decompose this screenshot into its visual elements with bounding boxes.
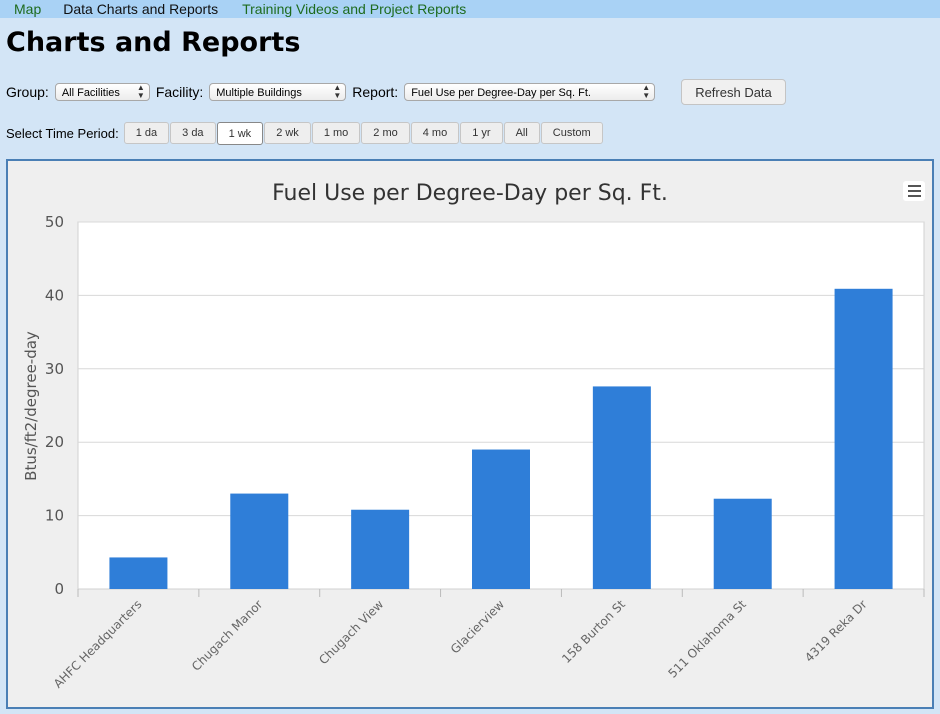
- nav-training-videos[interactable]: Training Videos and Project Reports: [242, 1, 466, 17]
- bar-1[interactable]: [230, 493, 289, 589]
- facility-select[interactable]: Multiple Buildings ▲ ▼: [209, 83, 347, 101]
- period-button-custom[interactable]: Custom: [540, 122, 603, 144]
- bar-2[interactable]: [351, 509, 410, 589]
- select-arrows-icon: ▲ ▼: [642, 83, 651, 100]
- report-select[interactable]: Fuel Use per Degree-Day per Sq. Ft. ▲ ▼: [404, 83, 656, 101]
- chart-menu-button[interactable]: [903, 181, 925, 201]
- hamburger-icon: [907, 185, 921, 187]
- chart-title: Fuel Use per Degree-Day per Sq. Ft.: [272, 181, 668, 206]
- select-arrows-icon: ▲ ▼: [333, 83, 342, 100]
- group-select-value: All Facilities: [61, 87, 120, 99]
- top-nav: Map Data Charts and Reports Training Vid…: [0, 0, 940, 18]
- report-label: Report:: [352, 84, 399, 100]
- bar-4[interactable]: [592, 386, 651, 589]
- y-tick-label: 50: [45, 213, 64, 231]
- bar-0[interactable]: [109, 557, 168, 589]
- refresh-data-button[interactable]: Refresh Data: [681, 79, 786, 105]
- report-select-value: Fuel Use per Degree-Day per Sq. Ft.: [411, 87, 591, 99]
- period-button-2-wk[interactable]: 2 wk: [264, 122, 311, 144]
- x-tick-label: 4319 Reka Dr: [802, 597, 870, 665]
- x-tick-label: AHFC Headquarters: [51, 597, 145, 691]
- x-tick-label: Chugach View: [316, 597, 386, 667]
- y-tick-label: 40: [45, 286, 64, 304]
- report-controls: Group: All Facilities ▲ ▼ Facility: Multi…: [6, 79, 786, 105]
- period-button-all[interactable]: All: [503, 122, 540, 144]
- time-period-selector: Select Time Period: 1 da 3 da 1 wk 2 wk 1 mo…: [6, 122, 604, 145]
- y-tick-label: 20: [45, 433, 64, 451]
- nav-data-charts[interactable]: Data Charts and Reports: [63, 1, 218, 17]
- y-tick-label: 30: [45, 360, 64, 378]
- page-title: Charts and Reports: [6, 27, 301, 58]
- bar-3[interactable]: [472, 449, 530, 589]
- select-arrows-icon: ▲ ▼: [136, 83, 145, 100]
- y-axis-label: Btus/ft2/degree-day: [22, 331, 40, 481]
- period-button-1-da[interactable]: 1 da: [123, 122, 170, 144]
- bar-6[interactable]: [834, 288, 893, 589]
- y-tick-label: 0: [54, 580, 64, 598]
- y-axis-ticks: 0 10 20 30 40 50: [45, 213, 64, 598]
- facility-select-value: Multiple Buildings: [216, 87, 302, 99]
- group-select[interactable]: All Facilities ▲ ▼: [54, 83, 150, 101]
- bar-chart: Fuel Use per Degree-Day per Sq. Ft. 0 10 2…: [22, 181, 925, 691]
- period-button-1-wk[interactable]: 1 wk: [216, 122, 264, 145]
- time-period-buttons: 1 da 3 da 1 wk 2 wk 1 mo 2 mo 4 mo 1 yr All Custo…: [123, 122, 604, 145]
- period-button-1-mo[interactable]: 1 mo: [311, 122, 361, 144]
- period-button-3-da[interactable]: 3 da: [170, 122, 216, 144]
- x-tick-label: 158 Burton St: [559, 597, 628, 666]
- period-button-1-yr[interactable]: 1 yr: [460, 122, 503, 144]
- period-button-2-mo[interactable]: 2 mo: [361, 122, 410, 144]
- time-period-label: Select Time Period:: [6, 126, 119, 141]
- x-tick-label: 511 Oklahoma St: [665, 597, 749, 681]
- x-axis-ticks: AHFC Headquarters Chugach Manor Chugach Vi…: [51, 589, 925, 691]
- x-tick-label: Glacierview: [448, 597, 507, 656]
- bar-5[interactable]: [713, 498, 772, 589]
- facility-label: Facility:: [155, 84, 204, 100]
- y-tick-label: 10: [45, 507, 64, 525]
- chart-container: Fuel Use per Degree-Day per Sq. Ft. 0 10 2…: [6, 159, 934, 709]
- x-tick-label: Chugach Manor: [189, 597, 266, 674]
- period-button-4-mo[interactable]: 4 mo: [410, 122, 460, 144]
- nav-map[interactable]: Map: [14, 1, 41, 17]
- group-label: Group:: [6, 84, 49, 100]
